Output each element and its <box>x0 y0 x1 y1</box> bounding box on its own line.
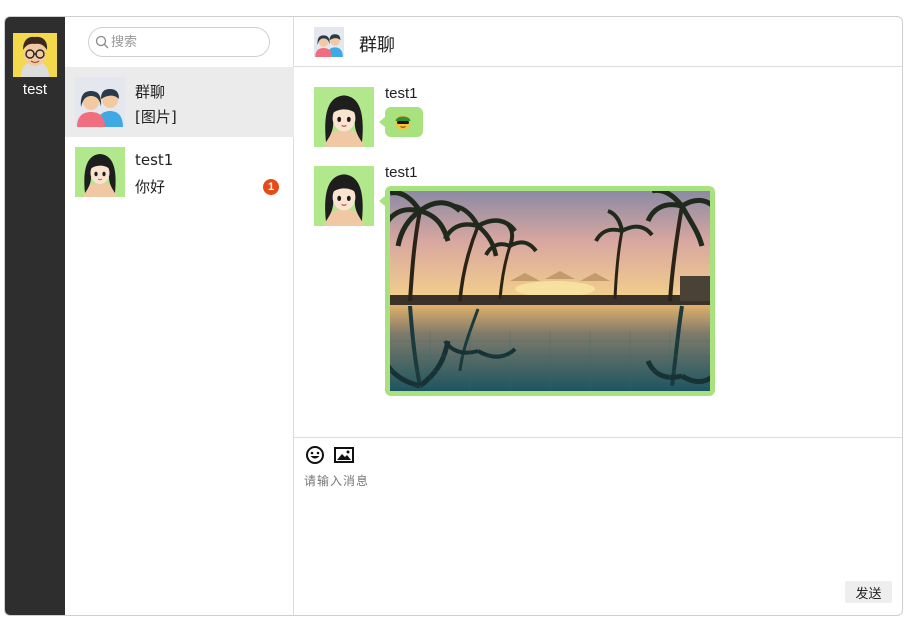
session-item-group-chat[interactable]: 群聊 [图片] <box>65 67 294 137</box>
chat-panel: 群聊 test1 test1 请输入消息 发送 <box>294 17 902 615</box>
group-chat-avatar <box>75 77 125 127</box>
search-input[interactable] <box>111 32 261 52</box>
session-item-test1[interactable]: test1 你好 1 <box>65 137 294 207</box>
search-box[interactable] <box>88 27 270 57</box>
sunglasses-emoji-icon <box>395 115 411 130</box>
sender-avatar[interactable] <box>314 166 374 226</box>
left-rail: test <box>5 17 65 615</box>
sender-avatar[interactable] <box>314 87 374 147</box>
sender-name: test1 <box>385 85 418 102</box>
send-button[interactable]: 发送 <box>845 581 892 603</box>
session-title: 群聊 <box>135 83 166 101</box>
chat-title: 群聊 <box>359 35 395 56</box>
chat-header-avatar <box>314 27 344 57</box>
message-composer: 发送 <box>294 437 902 615</box>
session-list: 群聊 [图片] test1 你好 1 <box>65 17 294 615</box>
chat-window: test 群聊 [图片] <box>4 16 903 616</box>
unread-badge: 1 <box>263 179 279 195</box>
search-icon <box>95 35 109 49</box>
message-input[interactable] <box>304 472 894 572</box>
chat-header: 群聊 <box>294 17 902 67</box>
current-user-name: test <box>22 81 48 98</box>
session-preview: [图片] <box>135 108 177 126</box>
message-bubble <box>379 107 423 137</box>
message-bubble <box>379 186 715 396</box>
session-preview: 你好 <box>135 178 166 196</box>
current-user-avatar[interactable] <box>13 33 57 77</box>
sender-name: test1 <box>385 164 418 181</box>
image-icon[interactable] <box>334 445 354 465</box>
session-title: test1 <box>135 151 174 169</box>
message-list: test1 test1 <box>294 67 902 437</box>
test1-avatar <box>75 147 125 197</box>
resort-pool-photo[interactable] <box>390 191 710 391</box>
emoji-icon[interactable] <box>305 445 325 465</box>
